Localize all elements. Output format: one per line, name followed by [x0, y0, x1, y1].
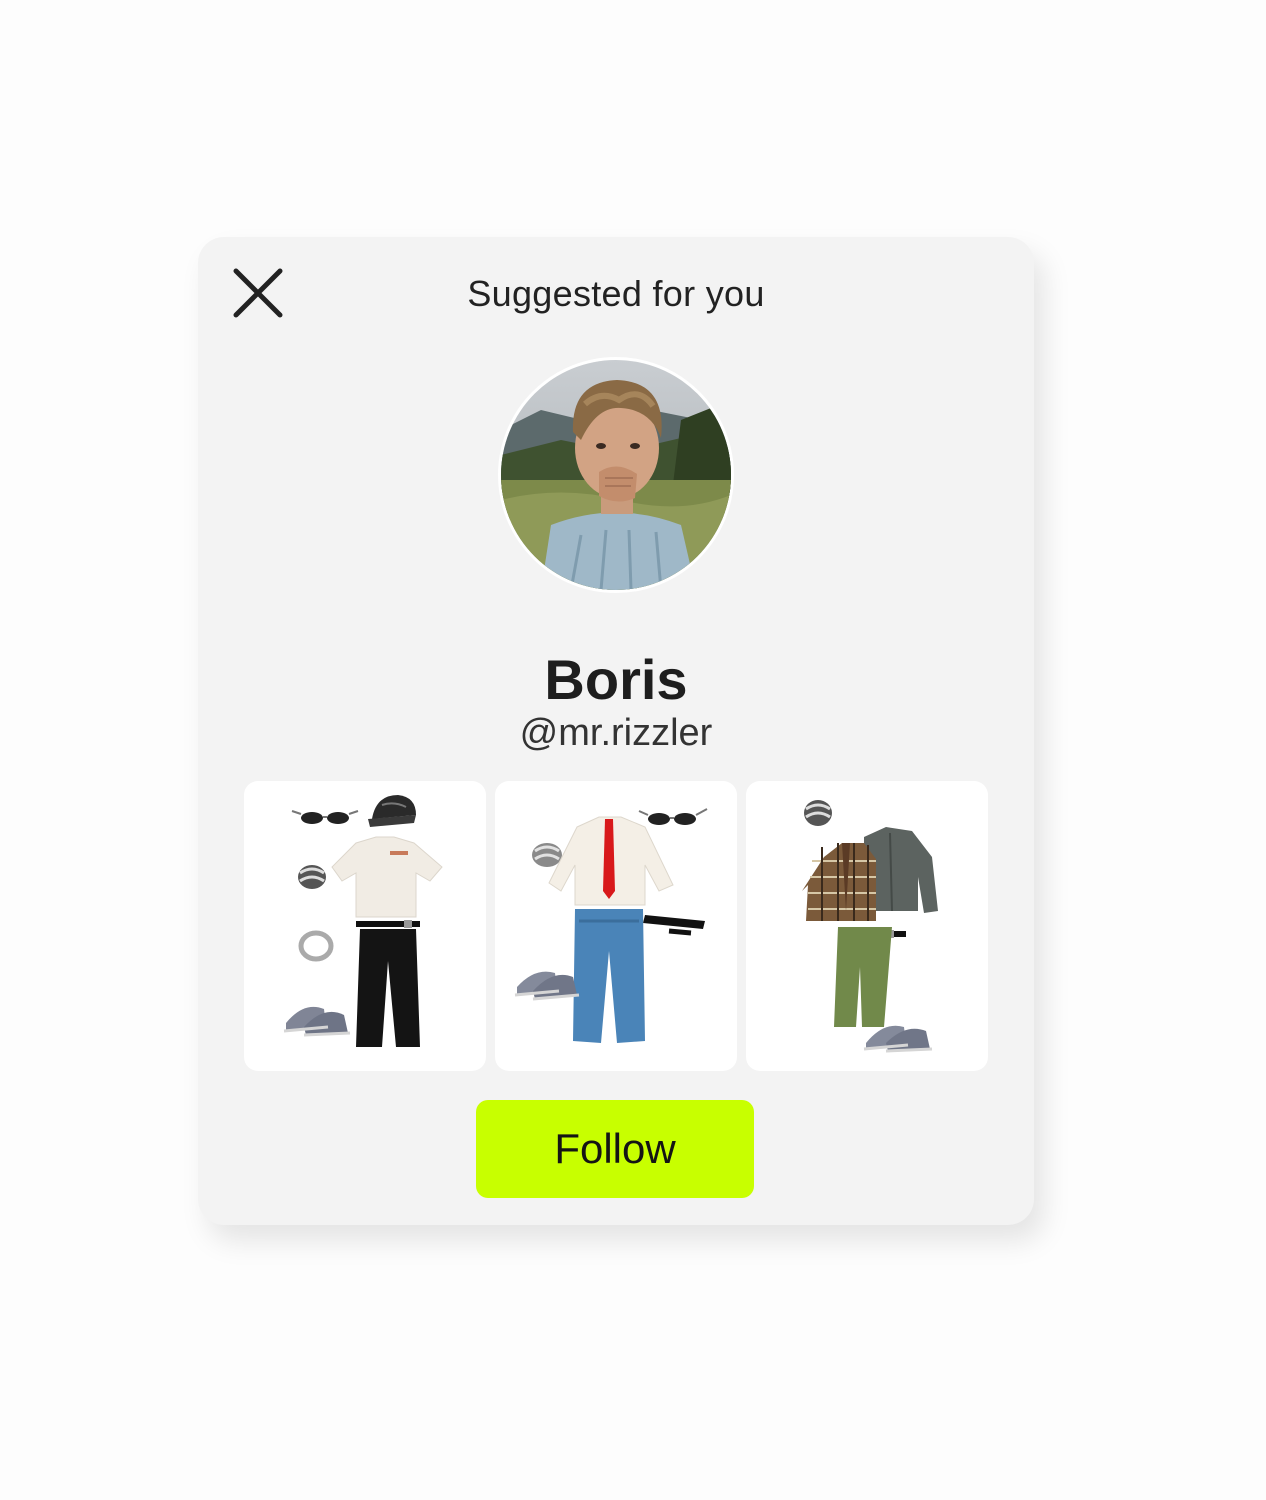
ring-item	[298, 930, 334, 962]
sneakers-item	[514, 971, 580, 1001]
display-name: Boris	[544, 648, 688, 711]
sunglasses-item	[638, 808, 708, 825]
outfit-image-2	[514, 808, 708, 1043]
ring-item	[298, 865, 326, 889]
tie-item	[603, 819, 615, 899]
outfit-gallery	[244, 781, 988, 1071]
cap-item	[368, 795, 416, 827]
outfit-card-2[interactable]	[495, 781, 737, 1071]
plaid-shirt-item	[802, 843, 876, 921]
outfit-image-3	[802, 800, 938, 1053]
outfit-image-1	[283, 795, 443, 1047]
ring-item	[804, 800, 832, 826]
suggestion-card: Suggested for you Boris @mr.rizzler Foll…	[198, 237, 1034, 1225]
outfit-card-3[interactable]	[746, 781, 988, 1071]
follow-button[interactable]: Follow	[476, 1100, 754, 1198]
belt-item	[643, 915, 705, 936]
jeans-item	[573, 909, 645, 1043]
belt-item	[356, 920, 420, 928]
card-title: Suggested for you	[467, 273, 765, 314]
outfit-card-1[interactable]	[244, 781, 486, 1071]
sunglasses-item	[291, 810, 359, 824]
profile-photo	[501, 360, 731, 590]
tshirt-item	[331, 836, 443, 918]
ring-item	[532, 843, 562, 867]
sneakers-item	[863, 1025, 933, 1053]
trousers-item	[356, 929, 420, 1047]
trousers-item	[834, 927, 892, 1027]
username: @mr.rizzler	[519, 712, 713, 754]
avatar[interactable]	[498, 357, 734, 593]
sneakers-item	[283, 1006, 351, 1037]
